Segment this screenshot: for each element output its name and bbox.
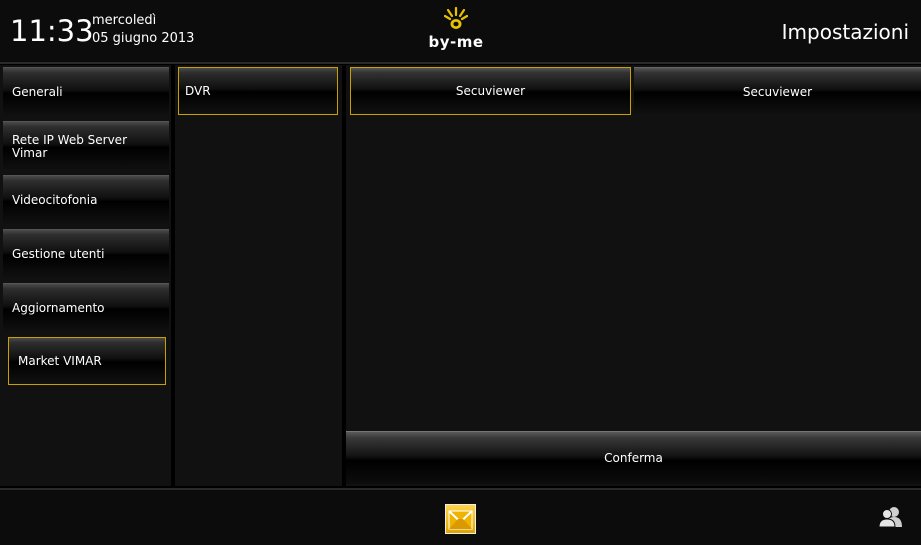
tab-secuviewer-2[interactable]: Secuviewer	[634, 67, 921, 115]
sidebar-item-label: Aggiornamento	[12, 301, 105, 315]
by-me-logo: by-me	[421, 6, 491, 54]
sidebar-item-videocitofonia[interactable]: Videocitofonia	[3, 175, 169, 225]
sidebar-item-label: Gestione utenti	[12, 247, 105, 261]
bottom-bar	[0, 488, 921, 545]
sidebar-item-label: Generali	[12, 85, 63, 99]
sidebar-item-gestione-utenti[interactable]: Gestione utenti	[3, 229, 169, 279]
submenu-item-dvr[interactable]: DVR	[178, 67, 338, 115]
sidebar-item-label: Market VIMAR	[18, 353, 102, 368]
sidebar-item-market-vimar[interactable]: Market VIMAR	[8, 337, 166, 385]
submenu: DVR	[175, 65, 342, 486]
page-title: Impostazioni	[781, 20, 909, 44]
sidebar-item-generali[interactable]: Generali	[3, 67, 169, 117]
sidebar-item-rete-ip[interactable]: Rete IP Web Server Vimar	[3, 121, 169, 171]
home-envelope-icon	[448, 510, 473, 530]
home-button[interactable]	[445, 504, 476, 534]
sidebar-item-aggiornamento[interactable]: Aggiornamento	[3, 283, 169, 333]
tab-secuviewer-1[interactable]: Secuviewer	[350, 67, 631, 115]
by-me-sun-logo-icon	[444, 6, 468, 29]
clock-time: 11:33	[10, 14, 94, 48]
tab-label: Secuviewer	[455, 84, 526, 98]
date-text: 05 giugno 2013	[92, 31, 195, 46]
day-name: mercoledì	[92, 13, 157, 28]
sidebar: Generali Rete IP Web Server Vimar Videoc…	[0, 65, 171, 486]
logo-text: by-me	[428, 33, 484, 51]
confirm-label: Conferma	[604, 451, 663, 465]
sidebar-item-label: Videocitofonia	[12, 193, 98, 207]
main-panel: Secuviewer Secuviewer Conferma	[346, 65, 921, 486]
top-bar: 11:33 mercoledì 05 giugno 2013 by-me Imp…	[0, 0, 921, 64]
users-icon[interactable]	[878, 506, 904, 528]
sidebar-item-label: Rete IP Web Server Vimar	[12, 132, 128, 160]
tab-label: Secuviewer	[742, 84, 813, 99]
submenu-item-label: DVR	[185, 84, 211, 98]
confirm-button[interactable]: Conferma	[346, 431, 921, 484]
